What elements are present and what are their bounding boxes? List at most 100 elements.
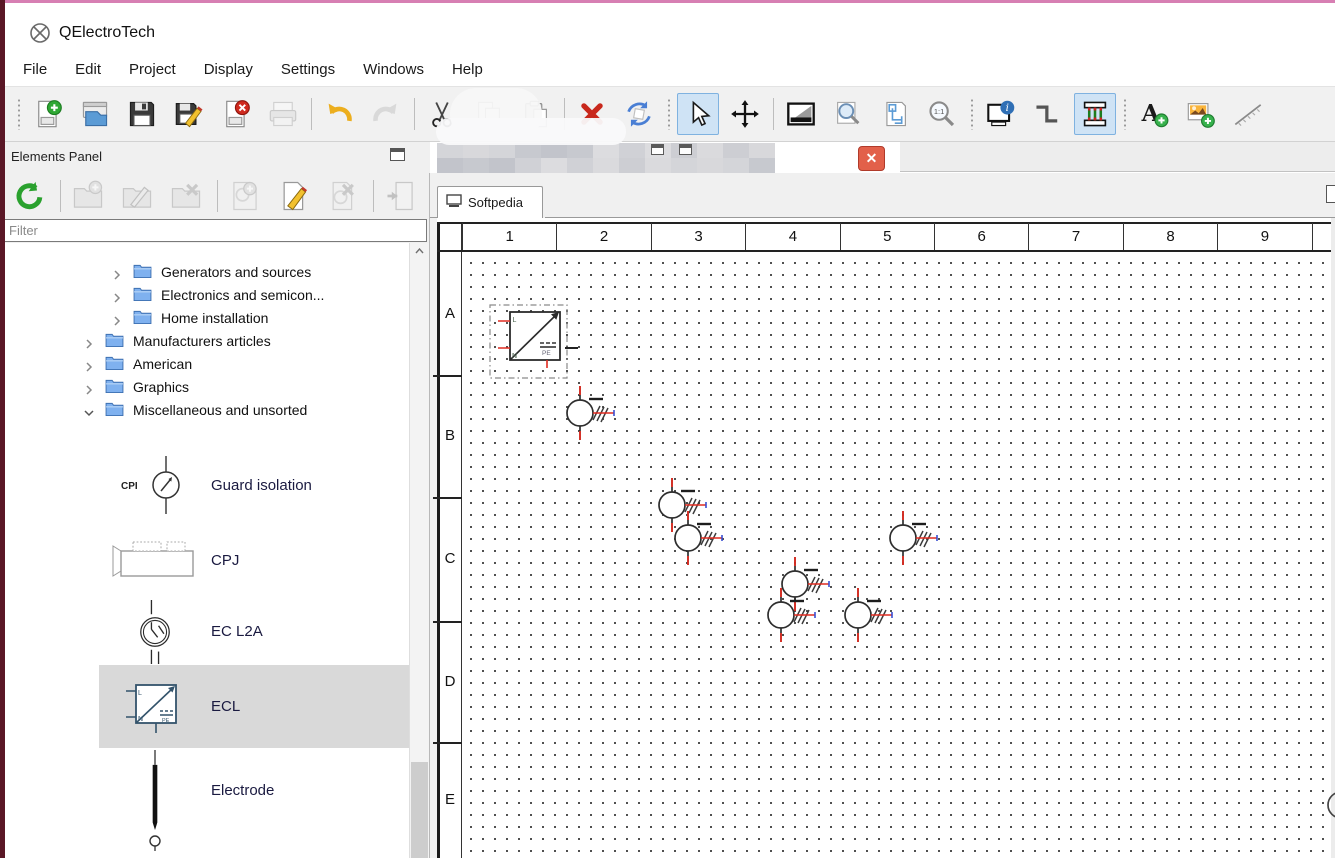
- diagram-canvas[interactable]: 123456789ABCDELNPE: [430, 218, 1335, 858]
- menu-item-edit[interactable]: Edit: [75, 61, 101, 78]
- add-conductor-icon: [1033, 99, 1063, 129]
- chevron-right-icon[interactable]: [112, 313, 122, 323]
- tab-softpedia[interactable]: Softpedia: [437, 186, 543, 218]
- add-image-button[interactable]: [1180, 93, 1222, 135]
- delete-element-button[interactable]: [322, 175, 364, 217]
- undo-button[interactable]: [318, 93, 360, 135]
- partial-circle[interactable]: [1324, 788, 1335, 827]
- menu-item-file[interactable]: File: [23, 61, 47, 78]
- isolation-circle[interactable]: [865, 500, 941, 581]
- redo-button[interactable]: [365, 93, 407, 135]
- menu-item-settings[interactable]: Settings: [281, 61, 335, 78]
- element-item-ec-l2a[interactable]: EC L2A: [99, 598, 409, 665]
- tree-folder-american[interactable]: American: [1, 352, 409, 375]
- menu-item-project[interactable]: Project: [129, 61, 176, 78]
- new-project-button[interactable]: [27, 93, 69, 135]
- tree-scrollbar[interactable]: [409, 243, 429, 858]
- chevron-down-icon[interactable]: [84, 405, 94, 415]
- grid-row-header: E: [439, 742, 461, 858]
- ecl-icon: LNPE: [99, 677, 211, 737]
- scrollbar-thumb[interactable]: [411, 762, 428, 858]
- window-menu-icon[interactable]: [679, 144, 692, 155]
- filter-input[interactable]: [2, 219, 427, 242]
- toolbar-handle[interactable]: [970, 98, 974, 130]
- add-text-button[interactable]: A: [1133, 93, 1175, 135]
- main-toolbar: 1:1 i A: [5, 86, 1335, 142]
- folder-icon: [133, 263, 152, 281]
- element-item-partial-next[interactable]: [99, 832, 409, 852]
- save-button[interactable]: [121, 93, 163, 135]
- import-element-button[interactable]: [380, 175, 422, 217]
- redo-icon: [371, 99, 401, 129]
- subwindow-close-button[interactable]: ✕: [858, 146, 885, 171]
- folder-icon: [105, 401, 124, 419]
- scrollbar-up-arrow[interactable]: [410, 243, 429, 260]
- elements-panel: Generators and sourcesElectronics and se…: [0, 173, 430, 858]
- add-column-icon: [1080, 99, 1110, 129]
- canvas-margin: [430, 218, 437, 858]
- document-area: Softpedia 123456789ABCDELNPE: [430, 173, 1335, 858]
- toolbar-separator: [311, 98, 312, 130]
- dock-float-button[interactable]: [390, 148, 405, 161]
- close-file-button[interactable]: [215, 93, 257, 135]
- add-line-button[interactable]: [1227, 93, 1269, 135]
- new-element-button[interactable]: [224, 175, 266, 217]
- chevron-right-icon[interactable]: [84, 359, 94, 369]
- censored-title-mosaic: [437, 143, 775, 173]
- edit-category-button[interactable]: [116, 175, 158, 217]
- menu-item-display[interactable]: Display: [204, 61, 253, 78]
- isolation-circle[interactable]: [820, 577, 896, 658]
- edit-element-button[interactable]: [273, 175, 315, 217]
- reload-collections-button[interactable]: [9, 175, 51, 217]
- toolbar-handle[interactable]: [17, 98, 21, 130]
- folder-icon: [105, 355, 124, 373]
- toolbar-handle[interactable]: [1123, 98, 1127, 130]
- diagram-properties-button[interactable]: i: [980, 93, 1022, 135]
- isolation-circle[interactable]: [650, 500, 726, 581]
- header-bottom-line: [437, 250, 1335, 252]
- toolbar-handle[interactable]: [667, 98, 671, 130]
- grid-column-header: 5: [840, 223, 934, 250]
- canvas-right-edge: [1331, 218, 1335, 858]
- isolation-circle[interactable]: [542, 375, 618, 456]
- chevron-right-icon[interactable]: [112, 290, 122, 300]
- tree-folder-miscellaneous-and-unsorted[interactable]: Miscellaneous and unsorted: [1, 398, 409, 421]
- tabbar-corner-icon[interactable]: [1326, 185, 1335, 203]
- add-conductor-button[interactable]: [1027, 93, 1069, 135]
- window-restore-icon[interactable]: [651, 144, 664, 155]
- element-item-guard-isolation[interactable]: CPIGuard isolation: [99, 447, 409, 523]
- folder-icon: [133, 309, 152, 327]
- grid-column-header: 8: [1123, 223, 1217, 250]
- grid-column-header: 9: [1217, 223, 1311, 250]
- zoom-content-button[interactable]: [874, 93, 916, 135]
- open-project-icon: [80, 99, 110, 129]
- chevron-right-icon[interactable]: [112, 267, 122, 277]
- delete-category-button[interactable]: [165, 175, 207, 217]
- tree-folder-generators-and-sources[interactable]: Generators and sources: [1, 260, 409, 283]
- save-as-button[interactable]: [168, 93, 210, 135]
- toggle-colors-button[interactable]: [780, 93, 822, 135]
- tree-folder-electronics-and-semicon[interactable]: Electronics and semicon...: [1, 283, 409, 306]
- element-item-electrode[interactable]: Electrode: [99, 748, 409, 832]
- chevron-right-icon[interactable]: [84, 382, 94, 392]
- new-category-button[interactable]: [67, 175, 109, 217]
- open-project-button[interactable]: [74, 93, 116, 135]
- print-button[interactable]: [262, 93, 304, 135]
- folder-label: Home installation: [161, 310, 268, 326]
- tree-folder-graphics[interactable]: Graphics: [1, 375, 409, 398]
- tree-folder-home-installation[interactable]: Home installation: [1, 306, 409, 329]
- element-item-ecl[interactable]: LNPEECL: [99, 665, 409, 748]
- element-item-cpj[interactable]: CPJ: [99, 523, 409, 598]
- chevron-right-icon[interactable]: [84, 336, 94, 346]
- isolation-circle[interactable]: [743, 577, 819, 658]
- zoom-fit-button[interactable]: [827, 93, 869, 135]
- menu-item-windows[interactable]: Windows: [363, 61, 424, 78]
- menu-item-help[interactable]: Help: [452, 61, 483, 78]
- new-project-icon: [33, 99, 63, 129]
- select-mode-button[interactable]: [677, 93, 719, 135]
- tree-folder-manufacturers-articles[interactable]: Manufacturers articles: [1, 329, 409, 352]
- add-column-button[interactable]: [1074, 93, 1116, 135]
- pan-mode-button[interactable]: [724, 93, 766, 135]
- zoom-1-1-button[interactable]: 1:1: [921, 93, 963, 135]
- elements-panel-toolbar: [5, 173, 429, 218]
